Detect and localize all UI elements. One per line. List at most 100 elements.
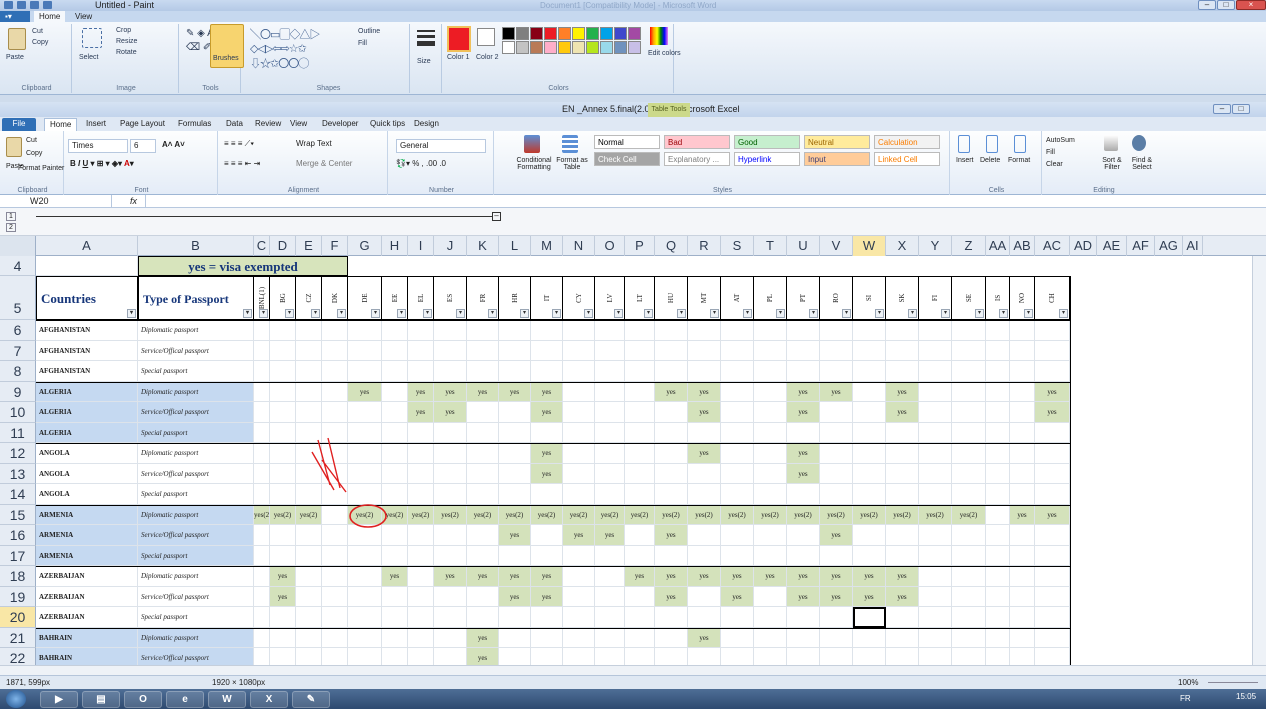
- visa-exempt-cell[interactable]: yes: [348, 381, 382, 402]
- empty-cell[interactable]: [1010, 545, 1035, 566]
- tab-view[interactable]: View: [290, 118, 307, 130]
- empty-cell[interactable]: [563, 381, 595, 402]
- visa-exempt-cell[interactable]: yes(2): [787, 504, 820, 525]
- visa-exempt-cell[interactable]: yes: [531, 402, 563, 423]
- copy-button[interactable]: Copy: [26, 150, 42, 157]
- empty-cell[interactable]: [348, 320, 382, 341]
- empty-cell[interactable]: [531, 422, 563, 443]
- visa-exempt-cell[interactable]: yes(2): [531, 504, 563, 525]
- explorer-icon[interactable]: ▤: [82, 691, 120, 708]
- country-code-header[interactable]: RO ▾: [820, 276, 853, 320]
- empty-cell[interactable]: [563, 443, 595, 464]
- empty-cell[interactable]: [467, 586, 499, 607]
- empty-cell[interactable]: [531, 361, 563, 382]
- empty-cell[interactable]: [531, 484, 563, 505]
- empty-cell[interactable]: [348, 586, 382, 607]
- visa-exempt-cell[interactable]: yes: [655, 586, 688, 607]
- country-code-header[interactable]: FI ▾: [919, 276, 952, 320]
- visa-exempt-cell[interactable]: yes(2): [254, 504, 270, 525]
- color-palette[interactable]: [502, 27, 646, 54]
- align-top-icon[interactable]: ≡ ≡ ≡ ⟋▾: [224, 139, 254, 149]
- empty-cell[interactable]: [254, 361, 270, 382]
- empty-cell[interactable]: [348, 422, 382, 443]
- empty-cell[interactable]: [721, 463, 754, 484]
- column-header-B[interactable]: B: [138, 236, 254, 256]
- palette-swatch[interactable]: [544, 27, 557, 40]
- row-header[interactable]: 13: [0, 463, 36, 484]
- empty-cell[interactable]: [348, 443, 382, 464]
- column-header-M[interactable]: M: [531, 236, 563, 256]
- outline-level-1[interactable]: 1: [6, 212, 16, 221]
- empty-cell[interactable]: [408, 586, 434, 607]
- country-code-header[interactable]: CH ▾: [1035, 276, 1070, 320]
- country-code-header[interactable]: EL ▾: [408, 276, 434, 320]
- visa-exempt-cell[interactable]: yes(2): [853, 504, 886, 525]
- close-icon[interactable]: ×: [1236, 0, 1266, 10]
- filter-dropdown-icon[interactable]: ▾: [127, 309, 136, 318]
- empty-cell[interactable]: [688, 586, 721, 607]
- visa-exempt-cell[interactable]: yes(2): [952, 504, 986, 525]
- passport-type-cell[interactable]: Special passport: [138, 361, 254, 382]
- empty-cell[interactable]: [467, 402, 499, 423]
- tab-page-layout[interactable]: Page Layout: [120, 118, 165, 130]
- empty-cell[interactable]: [886, 320, 919, 341]
- empty-cell[interactable]: [1010, 443, 1035, 464]
- empty-cell[interactable]: [853, 463, 886, 484]
- palette-swatch[interactable]: [600, 41, 613, 54]
- empty-cell[interactable]: [499, 607, 531, 628]
- empty-cell[interactable]: [434, 545, 467, 566]
- empty-cell[interactable]: [382, 402, 408, 423]
- format-painter-button[interactable]: Format Painter: [18, 165, 64, 172]
- empty-cell[interactable]: [382, 607, 408, 628]
- empty-cell[interactable]: [1010, 484, 1035, 505]
- paint-tab-view[interactable]: View: [70, 11, 97, 22]
- row-header[interactable]: 18: [0, 566, 36, 587]
- visa-exempt-cell[interactable]: yes: [499, 525, 531, 546]
- paint-icon[interactable]: ✎: [292, 691, 330, 708]
- empty-cell[interactable]: [563, 422, 595, 443]
- visa-exempt-cell[interactable]: yes: [531, 586, 563, 607]
- empty-cell[interactable]: [408, 484, 434, 505]
- empty-cell[interactable]: [625, 648, 655, 665]
- paste-button[interactable]: Paste: [6, 54, 24, 61]
- format-button[interactable]: Format: [1008, 157, 1030, 164]
- empty-cell[interactable]: [754, 607, 787, 628]
- filter-dropdown-icon[interactable]: ▾: [259, 309, 268, 318]
- filter-dropdown-icon[interactable]: ▾: [311, 309, 320, 318]
- empty-cell[interactable]: [787, 422, 820, 443]
- visa-exempt-cell[interactable]: yes(2): [721, 504, 754, 525]
- row-header[interactable]: 9: [0, 381, 36, 402]
- cut-button[interactable]: Cut: [32, 28, 43, 35]
- empty-cell[interactable]: [531, 607, 563, 628]
- empty-cell[interactable]: [595, 463, 625, 484]
- shapes-gallery[interactable]: ╲〇▭▢◇△▷ ◇◁▷⇦⇨☆✩ ⇩☆✩〇〇◯: [250, 26, 320, 71]
- empty-cell[interactable]: [952, 525, 986, 546]
- countries-header[interactable]: Countries ▾: [36, 276, 138, 320]
- empty-cell[interactable]: [625, 586, 655, 607]
- visa-exempt-cell[interactable]: yes: [382, 566, 408, 587]
- cell-style-calculation[interactable]: Calculation: [874, 135, 940, 149]
- visa-exempt-cell[interactable]: yes: [1035, 381, 1070, 402]
- country-code-header[interactable]: CY ▾: [563, 276, 595, 320]
- empty-cell[interactable]: [434, 422, 467, 443]
- empty-cell[interactable]: [625, 525, 655, 546]
- worksheet-grid[interactable]: 4 yes = visa exempted 5 Countries ▾ Type of P…: [0, 256, 1266, 665]
- tab-data[interactable]: Data: [226, 118, 243, 130]
- visa-exempt-cell[interactable]: yes: [499, 566, 531, 587]
- empty-cell[interactable]: [853, 484, 886, 505]
- empty-cell[interactable]: [408, 525, 434, 546]
- passport-type-cell[interactable]: Service/Offical passport: [138, 402, 254, 423]
- filter-dropdown-icon[interactable]: ▾: [908, 309, 917, 318]
- empty-cell[interactable]: [625, 381, 655, 402]
- empty-cell[interactable]: [348, 566, 382, 587]
- country-cell[interactable]: AZERBAIJAN: [36, 607, 138, 628]
- column-header-AE[interactable]: AE: [1097, 236, 1127, 256]
- empty-cell[interactable]: [408, 463, 434, 484]
- visa-exempt-cell[interactable]: yes(2): [919, 504, 952, 525]
- country-cell[interactable]: AZERBAIJAN: [36, 586, 138, 607]
- empty-cell[interactable]: [467, 545, 499, 566]
- cell-style-input[interactable]: Input: [804, 152, 870, 166]
- visa-exempt-cell[interactable]: yes: [787, 402, 820, 423]
- empty-cell[interactable]: [820, 320, 853, 341]
- save-icon[interactable]: [17, 1, 26, 9]
